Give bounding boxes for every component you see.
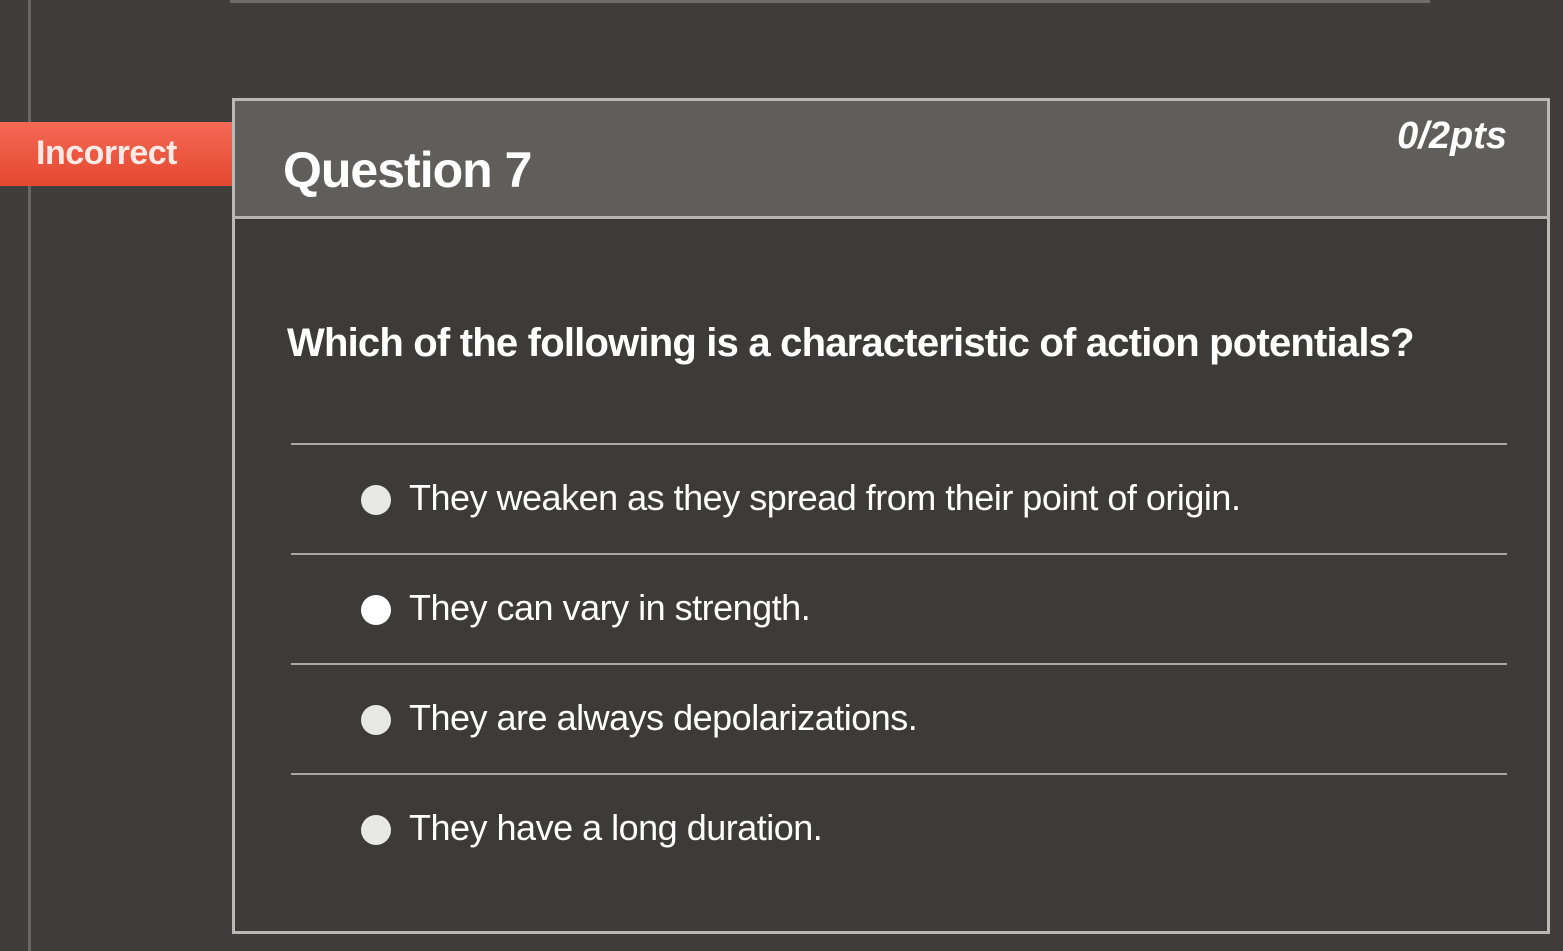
top-divider [230, 0, 1430, 3]
status-label: Incorrect [36, 134, 178, 172]
incorrect-status-tag: Incorrect [0, 122, 268, 186]
question-prompt: Which of the following is a characterist… [287, 321, 1415, 365]
question-title: Question 7 [283, 142, 532, 198]
radio-button-selected[interactable] [361, 595, 391, 625]
radio-button[interactable] [361, 705, 391, 735]
answer-label: They can vary in strength. [409, 587, 811, 628]
answer-option-4[interactable]: They have a long duration. [291, 775, 1507, 883]
question-card: Question 7 0/2pts Which of the following… [232, 98, 1550, 934]
answer-option-2[interactable]: They can vary in strength. [291, 555, 1507, 663]
points-score: 0/2pts [1397, 115, 1507, 157]
answer-option-3[interactable]: They are always depolarizations. [291, 665, 1507, 773]
radio-button[interactable] [361, 485, 391, 515]
question-header: Question 7 0/2pts [235, 101, 1547, 219]
answer-label: They have a long duration. [409, 807, 823, 848]
answer-label: They weaken as they spread from their po… [409, 477, 1241, 518]
answer-label: They are always depolarizations. [409, 697, 918, 738]
answer-option-1[interactable]: They weaken as they spread from their po… [291, 445, 1507, 553]
radio-button[interactable] [361, 815, 391, 845]
answer-list: They weaken as they spread from their po… [291, 443, 1507, 883]
